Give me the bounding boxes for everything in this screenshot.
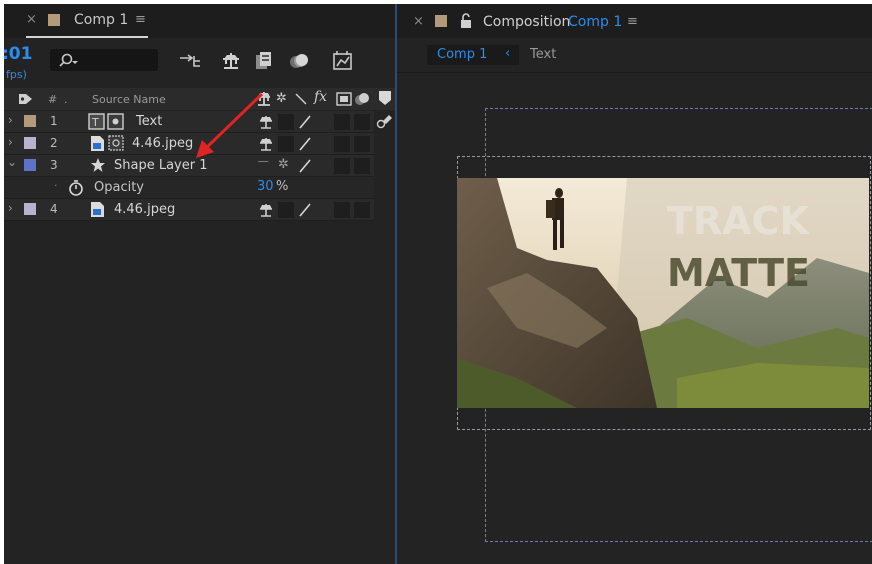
composition-panel-title[interactable]: Composition bbox=[483, 14, 570, 30]
layer-number: 2 bbox=[50, 136, 58, 150]
switch-cell[interactable] bbox=[354, 202, 370, 218]
chevron-right-icon[interactable]: › bbox=[8, 201, 13, 215]
switch-cell[interactable] bbox=[278, 114, 294, 130]
draft-3d-icon[interactable] bbox=[220, 51, 242, 71]
layer-label-color[interactable] bbox=[24, 137, 36, 149]
track-matte-pickwhip-icon[interactable] bbox=[376, 112, 394, 130]
search-icon bbox=[59, 53, 78, 67]
pen-icon[interactable] bbox=[298, 202, 312, 218]
motion-blur-switch-header-icon[interactable] bbox=[354, 91, 370, 107]
opacity-value[interactable]: 30 bbox=[257, 179, 274, 194]
composition-image[interactable]: TRACK MATTE bbox=[457, 178, 869, 408]
text-layer-icon: T bbox=[88, 113, 124, 130]
property-label: Opacity bbox=[94, 180, 145, 195]
layer-row-4[interactable] bbox=[4, 199, 374, 221]
breadcrumb-comp1[interactable]: Comp 1 bbox=[437, 47, 487, 62]
stopwatch-icon[interactable] bbox=[68, 179, 84, 197]
label-tag-icon bbox=[19, 94, 32, 104]
layer-number: 3 bbox=[50, 158, 58, 172]
timeline-tab-header bbox=[4, 4, 395, 38]
composition-mini-flowchart-icon[interactable] bbox=[178, 52, 204, 70]
svg-text:T: T bbox=[91, 116, 99, 129]
layer-number: 1 bbox=[50, 114, 58, 128]
pen-icon[interactable] bbox=[298, 136, 312, 152]
menu-icon[interactable]: ≡ bbox=[135, 12, 146, 27]
timeline-panel: × Comp 1 ≡ :01 fps) # . Source Name ✲ fx… bbox=[2, 4, 395, 564]
opacity-unit: % bbox=[276, 179, 289, 194]
layer-name[interactable]: Text bbox=[136, 114, 162, 129]
layer-label-color[interactable] bbox=[24, 115, 36, 127]
shy-switch-icon[interactable] bbox=[258, 202, 274, 218]
switch-cell[interactable] bbox=[334, 136, 350, 152]
close-icon[interactable]: × bbox=[413, 14, 424, 29]
layer-label-color[interactable] bbox=[24, 159, 36, 171]
collapse-switch-icon[interactable]: ✲ bbox=[278, 157, 289, 172]
chevron-right-icon[interactable]: › bbox=[8, 135, 13, 149]
switch-cell[interactable] bbox=[278, 202, 294, 218]
frame-blend-switch-header-icon[interactable] bbox=[336, 92, 352, 106]
image-text-track: TRACK bbox=[667, 199, 810, 243]
column-source-name[interactable]: Source Name bbox=[92, 93, 166, 106]
switch-cell[interactable] bbox=[334, 158, 350, 174]
frame-blending-icon[interactable] bbox=[254, 50, 274, 72]
quality-switch-header-icon[interactable] bbox=[294, 92, 308, 106]
menu-icon[interactable]: ≡ bbox=[627, 14, 638, 29]
search-input[interactable] bbox=[50, 49, 158, 71]
chevron-down-icon[interactable]: ⌄ bbox=[7, 155, 17, 169]
switch-cell[interactable] bbox=[354, 114, 370, 130]
switch-cell[interactable] bbox=[278, 136, 294, 152]
chevron-right-icon[interactable]: › bbox=[8, 113, 13, 127]
pen-icon[interactable] bbox=[298, 114, 312, 130]
collapse-switch-header-icon[interactable]: ✲ bbox=[276, 91, 287, 106]
comp-color-swatch bbox=[435, 15, 447, 27]
star-icon bbox=[91, 158, 105, 172]
graph-editor-icon[interactable] bbox=[332, 50, 354, 72]
motion-blur-icon[interactable] bbox=[288, 51, 310, 71]
image-text-matte: MATTE bbox=[667, 251, 810, 295]
marker-header-icon[interactable] bbox=[377, 89, 393, 107]
column-separator: . bbox=[64, 93, 68, 106]
fps-label: fps) bbox=[6, 68, 27, 81]
layer-label-color[interactable] bbox=[24, 203, 36, 215]
footage-layer-icon bbox=[91, 202, 104, 217]
chevron-right-icon: ‹ bbox=[505, 46, 511, 61]
close-icon[interactable]: × bbox=[26, 12, 37, 27]
switch-cell[interactable] bbox=[334, 202, 350, 218]
lock-icon[interactable] bbox=[459, 13, 473, 29]
footage-layer-icon bbox=[91, 135, 124, 151]
tab-active-underline bbox=[26, 36, 148, 38]
pen-icon[interactable] bbox=[298, 158, 312, 174]
comp-color-swatch bbox=[48, 14, 60, 26]
switch-cell[interactable] bbox=[354, 136, 370, 152]
property-row-opacity bbox=[4, 177, 374, 199]
composition-name[interactable]: Comp 1 bbox=[568, 14, 622, 30]
switch-cell[interactable] bbox=[354, 158, 370, 174]
fx-switch-header[interactable]: fx bbox=[314, 89, 327, 105]
layer-name[interactable]: 4.46.jpeg bbox=[114, 202, 175, 217]
property-indent-dot: . bbox=[54, 176, 58, 189]
layer-number: 4 bbox=[50, 202, 58, 216]
tab-comp1[interactable]: Comp 1 bbox=[74, 12, 128, 28]
breadcrumb-text[interactable]: Text bbox=[530, 47, 556, 62]
switch-cell[interactable] bbox=[334, 114, 350, 130]
timecode[interactable]: :01 bbox=[2, 44, 32, 64]
column-number[interactable]: # bbox=[48, 93, 57, 106]
annotation-arrow bbox=[196, 92, 264, 158]
composition-panel: × Composition Comp 1 ≡ Comp 1 ‹ Text TRA… bbox=[397, 4, 872, 564]
